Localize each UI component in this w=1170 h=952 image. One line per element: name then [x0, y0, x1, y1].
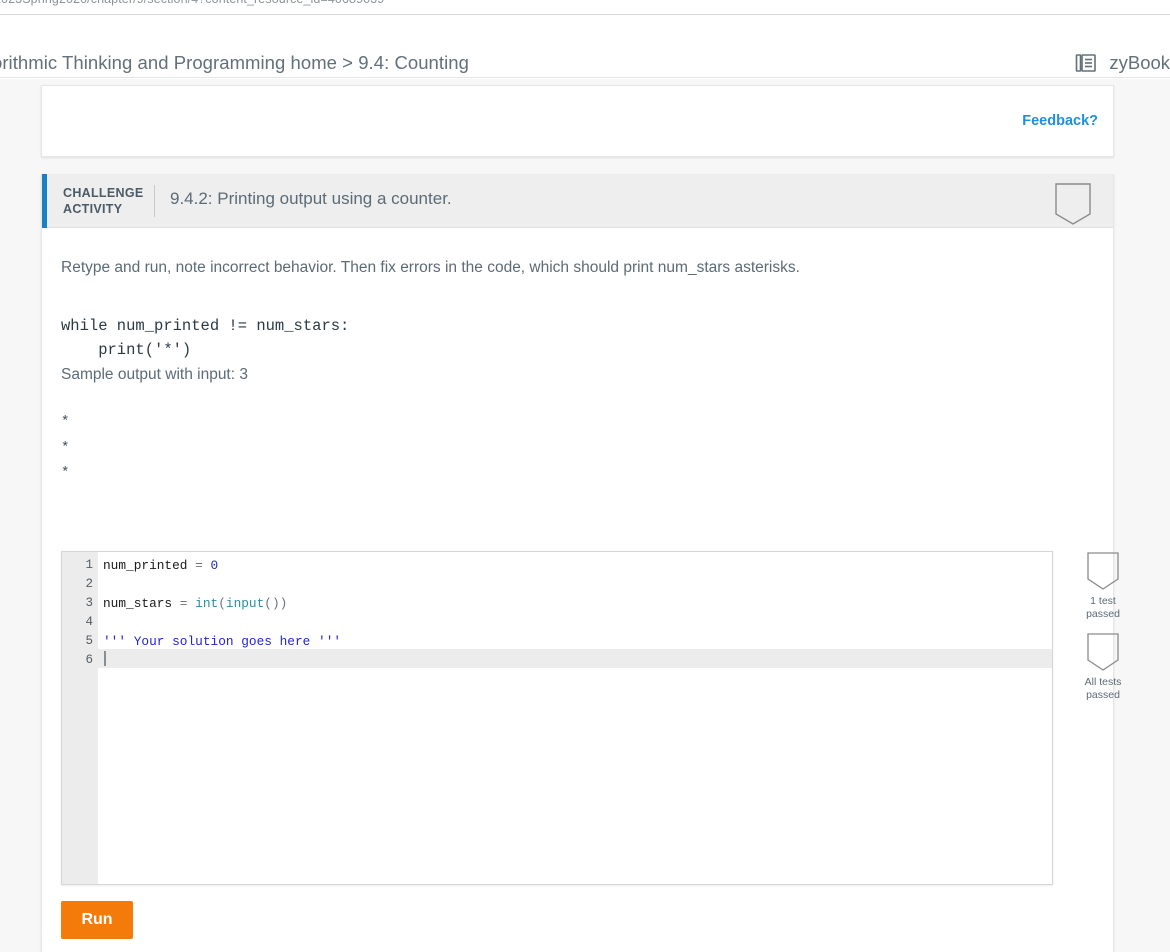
- test-result-item[interactable]: 1 testpassed: [1072, 551, 1134, 621]
- code-token: num_stars: [103, 596, 180, 611]
- code-token: input: [226, 596, 264, 611]
- challenge-activity-header: CHALLENGE ACTIVITY 9.4.2: Printing outpu…: [42, 174, 1113, 228]
- editor-code-line[interactable]: num_stars = int(input()): [103, 594, 287, 613]
- zybooks-topbar: orithmic Thinking and Programming home >…: [0, 15, 1170, 78]
- test-results-rail: 1 testpassedAll testspassed: [1072, 551, 1134, 713]
- editor-line-number: 2: [63, 575, 93, 594]
- editor-line-number: 5: [63, 632, 93, 651]
- code-token: (: [218, 596, 226, 611]
- editor-line-number: 6: [63, 651, 93, 670]
- run-button[interactable]: Run: [61, 901, 133, 939]
- test-result-item[interactable]: All testspassed: [1072, 632, 1134, 702]
- activity-prompt: Retype and run, note incorrect behavior.…: [61, 259, 800, 277]
- editor-active-line-highlight: [98, 649, 1053, 668]
- previous-activity-card: Feedback?: [41, 85, 1114, 157]
- shield-badge-icon: [1072, 551, 1134, 591]
- test-result-label: passed: [1072, 608, 1134, 621]
- browser-url-bar[interactable]: 1023Spring2020/chapter/9/section/4?conte…: [0, 0, 1170, 14]
- sample-output-text: * * *: [61, 410, 69, 487]
- activity-type-label: CHALLENGE ACTIVITY: [63, 185, 143, 217]
- challenge-activity-card: CHALLENGE ACTIVITY 9.4.2: Printing outpu…: [41, 174, 1114, 952]
- code-token: int: [195, 596, 218, 611]
- test-result-label: passed: [1072, 689, 1134, 702]
- editor-line-number: 3: [63, 594, 93, 613]
- code-token: 0: [211, 558, 219, 573]
- editor-caret: [104, 651, 106, 666]
- example-code-snippet: while num_printed != num_stars: print('*…: [61, 314, 349, 362]
- code-token: num_printed: [103, 558, 195, 573]
- activity-kicker-line2: ACTIVITY: [63, 201, 143, 217]
- breadcrumb[interactable]: orithmic Thinking and Programming home >…: [0, 52, 469, 74]
- editor-line-number: 1: [63, 556, 93, 575]
- feedback-link[interactable]: Feedback?: [1022, 113, 1098, 129]
- shield-badge-icon[interactable]: [1054, 182, 1092, 226]
- activity-kicker-line1: CHALLENGE: [63, 185, 143, 201]
- test-result-label: 1 test: [1072, 595, 1134, 608]
- activity-title: 9.4.2: Printing output using a counter.: [170, 189, 452, 209]
- code-editor[interactable]: 123456 num_printed = 0 num_stars = int(in…: [61, 551, 1053, 885]
- header-divider: [154, 185, 155, 217]
- editor-line-number: 4: [63, 613, 93, 632]
- code-token: ()): [264, 596, 287, 611]
- code-token: ''' Your solution goes here ''': [103, 634, 341, 649]
- catalog-label: zyBooks ca: [1109, 52, 1170, 74]
- zybooks-catalog-link[interactable]: zyBooks ca: [1074, 51, 1170, 75]
- book-icon: [1074, 51, 1098, 75]
- editor-code-line[interactable]: ''' Your solution goes here ''': [103, 632, 341, 651]
- shield-badge-icon: [1072, 632, 1134, 672]
- editor-code-line[interactable]: num_printed = 0: [103, 556, 218, 575]
- browser-url-text: 1023Spring2020/chapter/9/section/4?conte…: [0, 0, 384, 6]
- code-token: =: [180, 596, 195, 611]
- editor-code-area[interactable]: num_printed = 0 num_stars = int(input()) '…: [98, 552, 1053, 885]
- activity-accent-bar: [42, 174, 47, 228]
- sample-output-label: Sample output with input: 3: [61, 366, 248, 384]
- editor-gutter: 123456: [62, 552, 98, 885]
- test-result-label: All tests: [1072, 676, 1134, 689]
- page-scroll-area[interactable]: Feedback? CHALLENGE ACTIVITY 9.4.2: Prin…: [0, 79, 1170, 952]
- code-token: =: [195, 558, 210, 573]
